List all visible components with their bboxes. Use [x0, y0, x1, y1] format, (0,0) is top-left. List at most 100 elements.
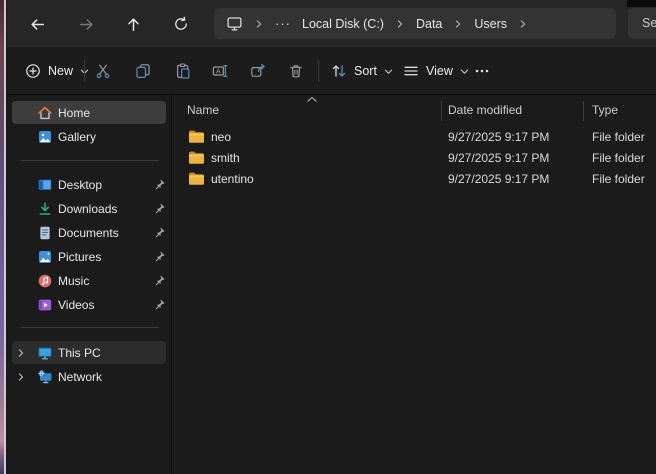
file-name: utentino — [211, 172, 254, 186]
pin-icon — [153, 250, 166, 263]
this-pc-monitor-icon — [37, 345, 53, 361]
file-row-utentino[interactable]: utentino 9/27/2025 9:17 PM File folder — [173, 169, 656, 190]
copy-button[interactable] — [129, 57, 157, 85]
sidebar-item-downloads[interactable]: Downloads — [12, 197, 166, 220]
sidebar-item-music[interactable]: Music — [12, 269, 166, 292]
file-date-modified: 9/27/2025 9:17 PM — [448, 151, 549, 165]
sidebar-item-gallery[interactable]: Gallery — [12, 125, 166, 148]
folder-icon — [188, 129, 205, 144]
refresh-icon — [173, 16, 189, 32]
sidebar-item-videos[interactable]: Videos — [12, 293, 166, 316]
column-header-name[interactable]: Name — [187, 103, 219, 117]
pane-divider[interactable] — [171, 95, 172, 474]
command-toolbar: New A S — [7, 47, 656, 95]
refresh-button[interactable] — [170, 13, 192, 35]
sort-button-label: Sort — [354, 64, 377, 78]
breadcrumb-chevron-icon — [254, 19, 264, 29]
home-icon — [37, 105, 53, 121]
pin-icon — [153, 178, 166, 191]
rename-icon: A — [212, 63, 228, 79]
sort-ascending-caret-icon — [306, 96, 318, 103]
column-separator[interactable] — [441, 101, 442, 121]
explorer-window-body: ··· Local Disk (C:) Data Users Search Us… — [6, 0, 656, 474]
sidebar-item-network[interactable]: Network — [12, 365, 166, 388]
breadcrumb-item-local-disk[interactable]: Local Disk (C:) — [302, 17, 384, 31]
pin-icon — [153, 226, 166, 239]
sidebar-item-pictures[interactable]: Pictures — [12, 245, 166, 268]
cut-button[interactable] — [89, 57, 117, 85]
sidebar-item-documents[interactable]: Documents — [12, 221, 166, 244]
folder-icon — [188, 150, 205, 165]
navigation-bar: ··· Local Disk (C:) Data Users Search Us… — [7, 0, 656, 47]
svg-text:A: A — [216, 69, 221, 76]
expand-chevron-icon[interactable] — [16, 372, 26, 382]
sidebar-divider — [21, 160, 159, 161]
pin-icon — [153, 274, 166, 287]
sidebar-item-home[interactable]: Home — [12, 101, 166, 124]
breadcrumb-item-data[interactable]: Data — [416, 17, 442, 31]
sidebar-item-label: Network — [58, 370, 102, 384]
file-name: smith — [211, 151, 240, 165]
this-pc-icon — [226, 15, 243, 32]
file-list-pane: Name Date modified Type neo 9/27/2025 9:… — [173, 95, 656, 474]
sidebar: Home Gallery Desktop Downloads Documents — [7, 95, 171, 474]
more-options-button[interactable] — [469, 57, 495, 85]
file-type: File folder — [592, 172, 645, 186]
toolbar-divider — [84, 60, 85, 82]
downloads-icon — [37, 201, 53, 217]
delete-button[interactable] — [282, 57, 310, 85]
view-button[interactable]: View — [399, 57, 474, 85]
sidebar-item-label: Documents — [58, 226, 119, 240]
share-button[interactable] — [244, 57, 272, 85]
paste-button[interactable] — [169, 57, 197, 85]
pin-icon — [153, 202, 166, 215]
sidebar-divider — [21, 327, 159, 328]
sidebar-item-label: Desktop — [58, 178, 102, 192]
view-list-icon — [403, 63, 419, 79]
sort-button[interactable]: Sort — [327, 57, 398, 85]
sidebar-item-this-pc[interactable]: This PC — [12, 341, 166, 364]
sort-icon — [331, 63, 347, 79]
copy-icon — [135, 63, 151, 79]
file-explorer-window: ··· Local Disk (C:) Data Users Search Us… — [0, 0, 656, 474]
breadcrumb-chevron-icon — [453, 19, 463, 29]
address-bar[interactable]: ··· Local Disk (C:) Data Users — [214, 8, 616, 39]
breadcrumb-item-users[interactable]: Users — [474, 17, 507, 31]
rename-button[interactable]: A — [206, 57, 234, 85]
sidebar-item-label: Videos — [58, 298, 94, 312]
forward-button[interactable] — [75, 13, 97, 35]
file-type: File folder — [592, 151, 645, 165]
folder-icon — [188, 171, 205, 186]
view-button-label: View — [426, 64, 453, 78]
breadcrumb-ellipsis[interactable]: ··· — [275, 19, 291, 29]
up-button[interactable] — [122, 13, 144, 35]
sidebar-item-desktop[interactable]: Desktop — [12, 173, 166, 196]
column-separator[interactable] — [583, 101, 584, 121]
videos-icon — [37, 297, 53, 313]
sidebar-item-label: Pictures — [58, 250, 101, 264]
sidebar-item-label: Downloads — [58, 202, 117, 216]
column-header-date-modified[interactable]: Date modified — [448, 103, 522, 117]
file-date-modified: 9/27/2025 9:17 PM — [448, 130, 549, 144]
search-input[interactable]: Search Users — [628, 8, 656, 39]
file-row-neo[interactable]: neo 9/27/2025 9:17 PM File folder — [173, 127, 656, 148]
column-header-type[interactable]: Type — [592, 103, 618, 117]
network-icon — [37, 369, 53, 385]
share-icon — [250, 63, 266, 79]
chevron-down-icon — [383, 66, 394, 77]
file-row-smith[interactable]: smith 9/27/2025 9:17 PM File folder — [173, 148, 656, 169]
cut-icon — [95, 63, 111, 79]
back-button[interactable] — [26, 13, 48, 35]
breadcrumb-chevron-icon — [518, 19, 528, 29]
window-top-edge — [627, 0, 656, 7]
sidebar-item-label: Home — [58, 106, 90, 120]
new-button-label: New — [48, 64, 73, 78]
trash-icon — [288, 63, 304, 79]
breadcrumb-chevron-icon — [395, 19, 405, 29]
expand-chevron-icon[interactable] — [16, 348, 26, 358]
new-plus-icon — [25, 63, 41, 79]
more-options-icon — [474, 63, 490, 79]
sidebar-item-label: Music — [58, 274, 89, 288]
file-date-modified: 9/27/2025 9:17 PM — [448, 172, 549, 186]
sidebar-item-label: This PC — [58, 346, 101, 360]
